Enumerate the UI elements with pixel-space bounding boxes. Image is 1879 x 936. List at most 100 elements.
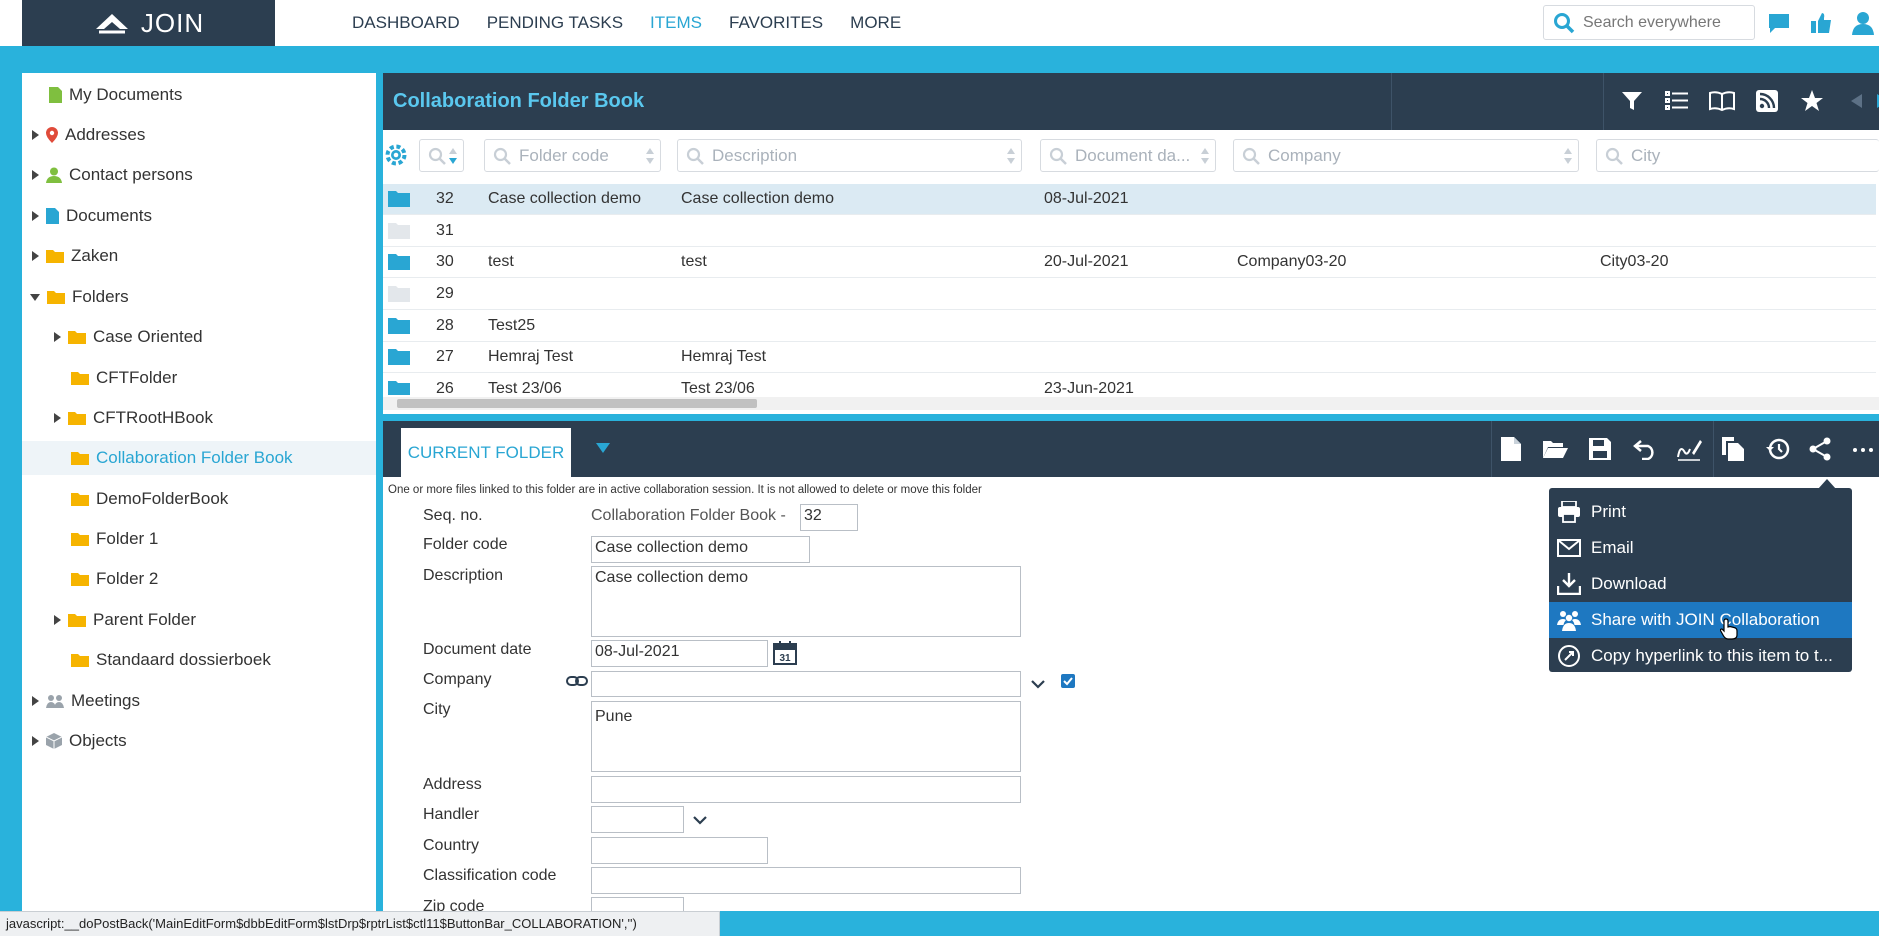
expand-arrow-icon[interactable] xyxy=(32,736,39,746)
chat-icon[interactable] xyxy=(1766,10,1792,36)
sign-icon[interactable] xyxy=(1674,434,1704,464)
sort-arrows-icon[interactable] xyxy=(1200,146,1210,166)
sort-arrows-icon[interactable] xyxy=(645,146,655,166)
global-search[interactable]: Search everywhere xyxy=(1543,5,1755,40)
sidebar-item-collaboration-folder-book[interactable]: Collaboration Folder Book xyxy=(22,441,376,475)
sidebar-item-standaard-dossierboek[interactable]: Standaard dossierboek xyxy=(22,643,376,677)
table-row[interactable]: 31 xyxy=(383,216,1876,247)
tab-current-folder[interactable]: CURRENT FOLDER xyxy=(401,428,571,477)
nav-pending-tasks[interactable]: PENDING TASKS xyxy=(487,13,623,33)
settings-gear-icon[interactable] xyxy=(384,143,408,172)
nav-more[interactable]: MORE xyxy=(850,13,901,33)
chevron-down-icon[interactable] xyxy=(1031,676,1045,694)
sort-arrows-icon[interactable] xyxy=(448,146,458,166)
expand-arrow-icon[interactable] xyxy=(54,332,61,342)
expand-arrow-icon[interactable] xyxy=(32,170,39,180)
sidebar-item-meetings[interactable]: Meetings xyxy=(22,684,376,718)
sidebar-item-cftroothbook[interactable]: CFTRootHBook xyxy=(22,401,376,435)
table-row[interactable]: 27 Hemraj Test Hemraj Test xyxy=(383,342,1876,373)
new-document-icon[interactable] xyxy=(1496,434,1526,464)
menu-item-share-with-join-collaboration[interactable]: Share with JOIN Collaboration xyxy=(1549,602,1852,638)
thumbs-up-icon[interactable] xyxy=(1808,10,1834,36)
sidebar-item-parent-folder[interactable]: Parent Folder xyxy=(22,603,376,637)
menu-item-copy-hyperlink[interactable]: Copy hyperlink to this item to t... xyxy=(1549,638,1852,674)
sidebar-item-cftfolder[interactable]: CFTFolder xyxy=(22,361,376,395)
sidebar-item-zaken[interactable]: Zaken xyxy=(22,239,376,273)
country-field[interactable] xyxy=(591,837,768,864)
search-input[interactable]: Search everywhere xyxy=(1583,14,1721,32)
sidebar-item-case-oriented[interactable]: Case Oriented xyxy=(22,320,376,354)
description-filter[interactable]: Description xyxy=(677,139,1022,172)
sidebar-item-contact-persons[interactable]: Contact persons xyxy=(22,158,376,192)
seq-no-field[interactable]: 32 xyxy=(800,504,858,531)
open-folder-icon[interactable] xyxy=(1540,434,1570,464)
document-date-field[interactable]: 08-Jul-2021 xyxy=(591,640,768,667)
menu-item-download[interactable]: Download xyxy=(1549,566,1852,602)
quick-search-filter[interactable] xyxy=(419,139,464,172)
expand-arrow-icon[interactable] xyxy=(32,130,39,140)
share-icon[interactable] xyxy=(1805,434,1835,464)
sidebar-item-demofolderbook[interactable]: DemoFolderBook xyxy=(22,482,376,516)
city-filter[interactable]: City xyxy=(1596,139,1879,172)
sidebar-item-folders[interactable]: Folders xyxy=(22,280,376,314)
expand-arrow-icon[interactable] xyxy=(32,211,39,221)
sidebar-item-my-documents[interactable]: My Documents xyxy=(22,78,376,112)
history-icon[interactable] xyxy=(1763,434,1793,464)
description-field[interactable]: Case collection demo xyxy=(591,566,1021,637)
horizontal-scrollbar[interactable] xyxy=(383,397,1879,410)
expand-arrow-icon[interactable] xyxy=(32,696,39,706)
undo-icon[interactable] xyxy=(1630,434,1660,464)
sort-arrows-icon[interactable] xyxy=(1006,146,1016,166)
sidebar-item-folder-1[interactable]: Folder 1 xyxy=(22,522,376,556)
save-icon[interactable] xyxy=(1585,434,1615,464)
menu-item-print[interactable]: Print xyxy=(1549,494,1852,530)
scrollbar-thumb[interactable] xyxy=(397,399,757,408)
sidebar-item-addresses[interactable]: Addresses xyxy=(22,118,376,152)
chevron-down-icon[interactable] xyxy=(693,812,707,830)
expand-arrow-icon[interactable] xyxy=(54,615,61,625)
company-checkbox[interactable] xyxy=(1061,674,1075,688)
city-field[interactable]: Pune xyxy=(591,701,1021,772)
filter-icon[interactable] xyxy=(1618,87,1646,115)
expand-arrow-icon[interactable] xyxy=(54,413,61,423)
sidebar-item-objects[interactable]: Objects xyxy=(22,724,376,758)
zip-code-field[interactable] xyxy=(591,897,684,911)
nav-dashboard[interactable]: DASHBOARD xyxy=(352,13,460,33)
more-options-icon[interactable] xyxy=(1848,434,1878,464)
expand-arrow-icon[interactable] xyxy=(32,251,39,261)
company-field[interactable] xyxy=(591,671,1021,697)
rss-icon[interactable] xyxy=(1753,87,1781,115)
user-icon[interactable] xyxy=(1850,10,1876,36)
folder-code-field[interactable]: Case collection demo xyxy=(591,536,810,563)
table-row[interactable]: 26 Test 23/06 Test 23/06 23-Jun-2021 xyxy=(383,374,1876,395)
folder-icon xyxy=(68,412,86,425)
copy-icon[interactable] xyxy=(1718,434,1748,464)
sidebar-item-folder-2[interactable]: Folder 2 xyxy=(22,562,376,596)
list-view-icon[interactable] xyxy=(1663,87,1691,115)
handler-field[interactable] xyxy=(591,806,684,833)
logo[interactable]: JOIN xyxy=(22,0,275,46)
address-field[interactable] xyxy=(591,776,1021,803)
table-row[interactable]: 30 test test 20-Jul-2021 Company03-20 Ci… xyxy=(383,247,1876,278)
menu-item-email[interactable]: Email xyxy=(1549,530,1852,566)
next-arrow-icon[interactable] xyxy=(1868,87,1879,115)
table-row[interactable]: 28 Test25 xyxy=(383,311,1876,342)
nav-favorites[interactable]: FAVORITES xyxy=(729,13,823,33)
company-filter[interactable]: Company xyxy=(1233,139,1579,172)
classification-code-field[interactable] xyxy=(591,867,1021,894)
sort-arrows-icon[interactable] xyxy=(1563,146,1573,166)
previous-arrow-icon[interactable] xyxy=(1843,87,1871,115)
folder-code-filter[interactable]: Folder code xyxy=(484,139,661,172)
table-row[interactable]: 29 xyxy=(383,279,1876,310)
favorite-star-icon[interactable] xyxy=(1798,87,1826,115)
nav-items[interactable]: ITEMS xyxy=(650,13,702,33)
table-row[interactable]: 32 Case collection demo Case collection … xyxy=(383,184,1876,215)
sidebar-item-documents[interactable]: Documents xyxy=(22,199,376,233)
collapse-arrow-icon[interactable] xyxy=(30,293,40,301)
address-label: Address xyxy=(423,776,482,793)
tab-dropdown-icon[interactable] xyxy=(596,443,610,453)
document-date-filter[interactable]: Document da... xyxy=(1040,139,1216,172)
calendar-icon[interactable]: 31 xyxy=(773,641,797,670)
link-chain-icon[interactable] xyxy=(566,674,588,693)
book-icon[interactable] xyxy=(1708,87,1736,115)
